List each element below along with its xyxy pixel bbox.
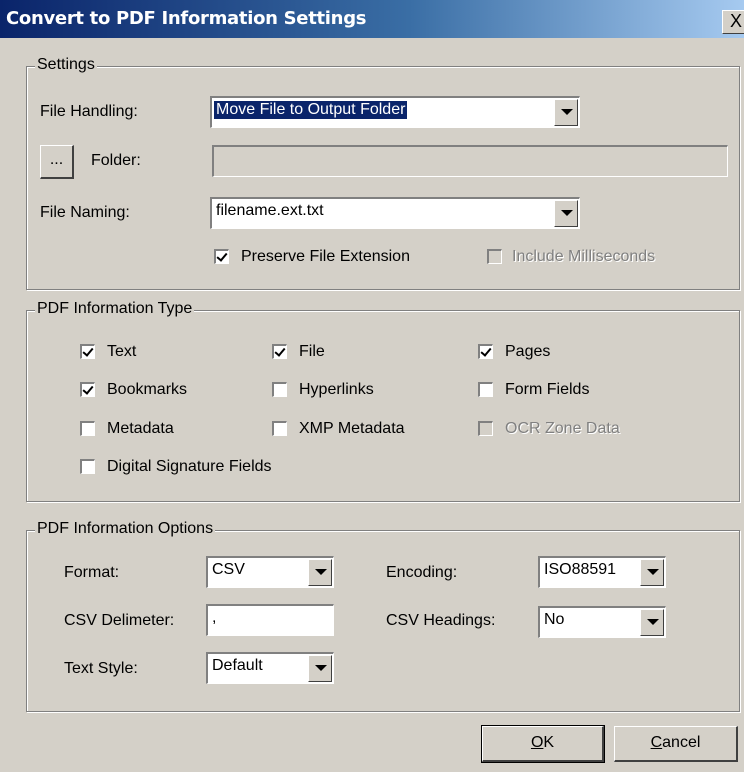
metadata-checkbox[interactable]	[80, 421, 95, 436]
file-label: File	[299, 343, 325, 360]
chevron-down-icon[interactable]	[554, 200, 578, 227]
file-naming-value: filename.ext.txt	[216, 202, 324, 219]
encoding-select[interactable]: ISO88591	[538, 556, 666, 588]
chevron-down-icon[interactable]	[308, 655, 332, 682]
xmp-metadata-checkbox[interactable]	[272, 421, 287, 436]
cancel-button[interactable]: Cancel	[614, 726, 738, 762]
close-button[interactable]: X	[722, 10, 744, 34]
csv-delimiter-value: ,	[212, 609, 217, 626]
ocr-zone-data-label: OCR Zone Data	[505, 420, 620, 437]
csv-headings-label: CSV Headings:	[386, 612, 496, 629]
ok-label: OK	[530, 734, 555, 751]
file-naming-select[interactable]: filename.ext.txt	[210, 197, 580, 229]
hyperlinks-checkbox[interactable]	[272, 382, 287, 397]
folder-field[interactable]	[212, 145, 728, 177]
pages-checkbox[interactable]	[478, 344, 493, 359]
metadata-label: Metadata	[107, 420, 174, 437]
chevron-down-icon[interactable]	[308, 559, 332, 586]
format-value: CSV	[212, 561, 245, 578]
cancel-label: Cancel	[650, 734, 701, 751]
chevron-down-icon[interactable]	[640, 609, 664, 636]
close-icon: X	[730, 11, 743, 31]
format-label: Format:	[64, 564, 120, 581]
include-milliseconds-checkbox[interactable]	[487, 249, 502, 264]
include-milliseconds-label: Include Milliseconds	[512, 248, 656, 265]
settings-legend: Settings	[35, 56, 97, 74]
text-checkbox[interactable]	[80, 344, 95, 359]
ocr-zone-data-checkbox[interactable]	[478, 421, 493, 436]
text-label: Text	[107, 343, 137, 360]
form-fields-label: Form Fields	[505, 381, 590, 398]
encoding-value: ISO88591	[544, 561, 617, 578]
text-style-label: Text Style:	[64, 660, 138, 677]
text-style-select[interactable]: Default	[206, 652, 334, 684]
encoding-label: Encoding:	[386, 564, 458, 581]
preserve-extension-label: Preserve File Extension	[241, 248, 410, 265]
xmp-metadata-label: XMP Metadata	[299, 420, 405, 437]
digital-signature-fields-checkbox[interactable]	[80, 459, 95, 474]
folder-label: Folder:	[91, 152, 141, 169]
text-style-value: Default	[212, 657, 263, 674]
browse-folder-button[interactable]: ...	[40, 145, 74, 179]
format-select[interactable]: CSV	[206, 556, 334, 588]
info-type-legend: PDF Information Type	[35, 300, 195, 318]
preserve-extension-checkbox[interactable]	[214, 249, 229, 264]
title-bar[interactable]: Convert to PDF Information Settings X	[0, 0, 744, 38]
file-checkbox[interactable]	[272, 344, 287, 359]
pages-label: Pages	[505, 343, 551, 360]
form-fields-checkbox[interactable]	[478, 382, 493, 397]
hyperlinks-label: Hyperlinks	[299, 381, 374, 398]
csv-delimiter-label: CSV Delimeter:	[64, 612, 175, 629]
csv-headings-value: No	[544, 611, 565, 628]
bookmarks-checkbox[interactable]	[80, 382, 95, 397]
digital-signature-fields-label: Digital Signature Fields	[107, 458, 272, 475]
file-handling-select[interactable]: Move File to Output Folder	[210, 96, 580, 128]
dialog-window: Convert to PDF Information Settings X Se…	[0, 0, 744, 772]
chevron-down-icon[interactable]	[554, 99, 578, 126]
ellipsis-label: ...	[49, 151, 64, 168]
csv-delimiter-field[interactable]: ,	[206, 604, 334, 636]
file-handling-value: Move File to Output Folder	[214, 101, 408, 119]
file-handling-label: File Handling:	[40, 103, 138, 120]
ok-button[interactable]: OK	[481, 725, 605, 763]
bookmarks-label: Bookmarks	[107, 381, 188, 398]
window-title: Convert to PDF Information Settings	[6, 8, 367, 29]
info-options-legend: PDF Information Options	[35, 520, 216, 538]
file-naming-label: File Naming:	[40, 204, 130, 221]
csv-headings-select[interactable]: No	[538, 606, 666, 638]
chevron-down-icon[interactable]	[640, 559, 664, 586]
